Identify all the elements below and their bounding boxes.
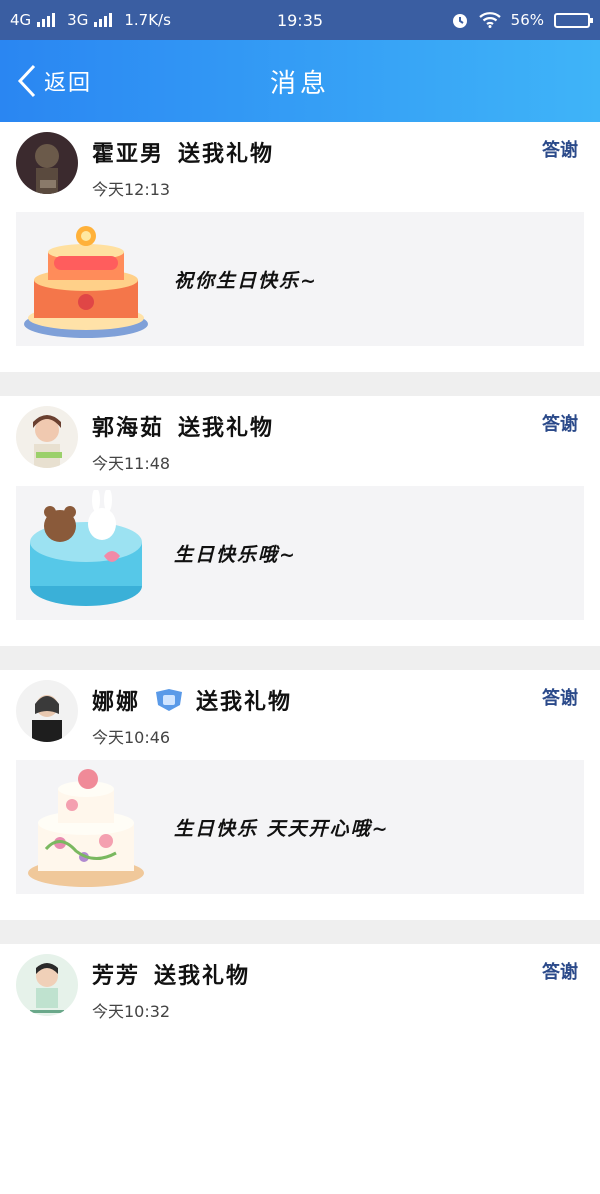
alarm-icon [452,14,467,28]
network-speed: 1.7K/s [124,11,171,29]
battery-percent: 56% [510,11,544,29]
network-type-1: 4G [10,11,32,29]
wish-text: 祝你生日快乐~ [174,269,318,292]
thank-button[interactable]: 答谢 [542,684,578,710]
avatar[interactable] [16,406,78,468]
action-text: 送我礼物 [178,416,275,441]
birthday-cake-flower-icon [28,769,144,887]
gift-box: 祝你生日快乐~ [16,212,584,346]
gift-message-card: 霍亚男 送我礼物 今天12:13 答谢 祝你生日快乐~ [0,122,600,372]
gift-message-card: 娜娜 送我礼物 今天10:46 答谢 生日快乐 天天开心哦~ [0,670,600,920]
birthday-cake-blue-icon [30,490,142,606]
vip-badge-icon [156,689,183,711]
gift-box: 生日快乐 天天开心哦~ [16,760,584,894]
battery-icon [554,12,593,28]
sender-name: 娜娜 [92,690,141,715]
wish-text: 生日快乐哦~ [174,543,297,566]
message-time: 今天10:32 [92,1002,171,1021]
sender-name: 霍亚男 [92,142,165,167]
wifi-icon [478,12,501,28]
avatar[interactable] [16,132,78,194]
wish-text: 生日快乐 天天开心哦~ [174,817,390,840]
thank-button[interactable]: 答谢 [542,136,578,162]
avatar[interactable] [16,680,78,742]
message-time: 今天10:46 [92,728,171,747]
divider [0,920,600,944]
message-time: 今天12:13 [92,180,171,199]
thank-button[interactable]: 答谢 [542,958,578,984]
thank-button[interactable]: 答谢 [542,410,578,436]
sender-name: 芳芳 [92,964,141,989]
avatar[interactable] [16,954,78,1016]
status-bar: 4G 3G 1.7K/s 19:35 56% [0,0,600,40]
chevron-left-icon [17,64,36,98]
gift-box: 生日快乐哦~ [16,486,584,620]
nav-bar: 返回 消息 [0,40,600,122]
message-time: 今天11:48 [92,454,171,473]
sender-name: 郭海茹 [92,416,165,441]
back-button[interactable]: 返回 [16,64,92,98]
signal-icon-2 [94,13,113,27]
gift-message-card: 芳芳 送我礼物 今天10:32 答谢 [0,944,600,1194]
action-text: 送我礼物 [178,142,275,167]
action-text: 送我礼物 [196,690,293,715]
divider [0,372,600,396]
gift-message-card: 郭海茹 送我礼物 今天11:48 答谢 生日快乐哦~ [0,396,600,646]
action-text: 送我礼物 [154,964,251,989]
network-type-2: 3G [67,11,89,29]
birthday-cake-orange-icon [24,226,148,338]
back-label: 返回 [44,71,93,96]
divider [0,646,600,670]
signal-icon [37,13,56,27]
